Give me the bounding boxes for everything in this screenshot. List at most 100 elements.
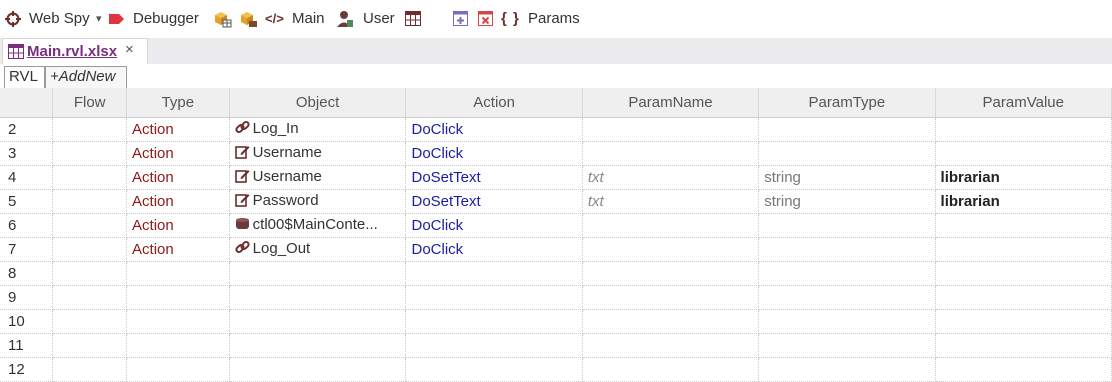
file-tab-main[interactable]: Main.rvl.xlsx × [2, 38, 148, 64]
type-cell[interactable]: Action [126, 141, 230, 166]
table-row[interactable]: 9 [0, 285, 1112, 310]
flow-cell[interactable] [52, 213, 128, 238]
table-row[interactable]: 8 [0, 261, 1112, 286]
action-cell[interactable]: DoClick [405, 237, 583, 262]
object-cell[interactable]: Password [229, 189, 407, 214]
param-value-cell[interactable] [935, 213, 1112, 238]
row-number[interactable]: 11 [0, 333, 54, 358]
table-row[interactable]: 7 Action Log_Out DoClick [0, 237, 1112, 262]
action-cell[interactable] [405, 309, 583, 334]
row-number[interactable]: 3 [0, 141, 54, 166]
object-cell[interactable]: ctl00$MainConte... [229, 213, 407, 238]
corner-header[interactable] [0, 88, 54, 118]
flow-cell[interactable] [52, 237, 128, 262]
param-value-cell[interactable] [935, 285, 1112, 310]
flow-cell[interactable] [52, 285, 128, 310]
param-type-cell[interactable] [758, 213, 936, 238]
object-cell[interactable] [229, 285, 407, 310]
flow-cell[interactable] [52, 309, 128, 334]
table-row[interactable]: 11 [0, 333, 1112, 358]
param-value-cell[interactable] [935, 261, 1112, 286]
column-header-param-name[interactable]: ParamName [582, 88, 760, 118]
table-icon[interactable] [405, 11, 421, 26]
type-cell[interactable] [126, 357, 230, 382]
params-button[interactable]: Params [528, 10, 580, 28]
object-cell[interactable]: Username [229, 141, 407, 166]
param-value-cell[interactable]: librarian [935, 189, 1112, 214]
web-spy-button[interactable]: Web Spy [29, 10, 90, 28]
action-cell[interactable] [405, 261, 583, 286]
column-header-param-value[interactable]: ParamValue [935, 88, 1112, 118]
flow-cell[interactable] [52, 117, 128, 142]
action-cell[interactable]: DoClick [405, 141, 583, 166]
param-value-cell[interactable] [935, 141, 1112, 166]
flow-cell[interactable] [52, 333, 128, 358]
flow-cell[interactable] [52, 357, 128, 382]
row-number[interactable]: 5 [0, 189, 54, 214]
action-cell[interactable]: DoClick [405, 213, 583, 238]
object-cell[interactable] [229, 261, 407, 286]
flow-cell[interactable] [52, 141, 128, 166]
object-cell[interactable] [229, 333, 407, 358]
crosshair-icon[interactable] [5, 11, 21, 27]
type-cell[interactable]: Action [126, 237, 230, 262]
close-icon[interactable]: × [125, 41, 134, 58]
table-row[interactable]: 6 Action ctl00$MainConte... DoClick [0, 213, 1112, 238]
param-value-cell[interactable] [935, 117, 1112, 142]
debugger-button[interactable]: Debugger [133, 10, 199, 28]
table-row[interactable]: 5 Action Password DoSetText txt string librari… [0, 189, 1112, 214]
param-name-cell[interactable] [582, 357, 760, 382]
type-cell[interactable] [126, 285, 230, 310]
param-type-cell[interactable] [758, 237, 936, 262]
action-cell[interactable]: DoClick [405, 117, 583, 142]
param-name-cell[interactable] [582, 213, 760, 238]
package-stack-icon[interactable] [239, 10, 258, 28]
param-type-cell[interactable] [758, 141, 936, 166]
object-cell[interactable]: Log_Out [229, 237, 407, 262]
table-row[interactable]: 4 Action Username DoSetText txt string librari… [0, 165, 1112, 190]
table-row[interactable]: 3 Action Username DoClick [0, 141, 1112, 166]
object-cell[interactable] [229, 309, 407, 334]
param-value-cell[interactable] [935, 333, 1112, 358]
type-cell[interactable]: Action [126, 213, 230, 238]
type-cell[interactable]: Action [126, 117, 230, 142]
braces-icon[interactable]: { } [501, 10, 520, 28]
action-cell[interactable]: DoSetText [405, 165, 583, 190]
row-number[interactable]: 2 [0, 117, 54, 142]
param-name-cell[interactable] [582, 237, 760, 262]
column-header-type[interactable]: Type [126, 88, 230, 118]
remove-param-icon[interactable] [478, 11, 493, 26]
main-button[interactable]: Main [292, 10, 325, 28]
param-name-cell[interactable] [582, 333, 760, 358]
column-header-object[interactable]: Object [229, 88, 407, 118]
param-name-cell[interactable] [582, 309, 760, 334]
param-name-cell[interactable] [582, 285, 760, 310]
object-cell[interactable]: Log_In [229, 117, 407, 142]
param-value-cell[interactable]: librarian [935, 165, 1112, 190]
user-button[interactable]: User [363, 10, 395, 28]
param-name-cell[interactable] [582, 141, 760, 166]
type-cell[interactable]: Action [126, 189, 230, 214]
flow-cell[interactable] [52, 189, 128, 214]
param-name-cell[interactable]: txt [582, 189, 760, 214]
column-header-flow[interactable]: Flow [52, 88, 128, 118]
flow-cell[interactable] [52, 165, 128, 190]
param-value-cell[interactable] [935, 357, 1112, 382]
object-cell[interactable] [229, 357, 407, 382]
column-header-action[interactable]: Action [405, 88, 583, 118]
param-type-cell[interactable] [758, 261, 936, 286]
param-type-cell[interactable] [758, 117, 936, 142]
param-type-cell[interactable] [758, 357, 936, 382]
row-number[interactable]: 12 [0, 357, 54, 382]
param-type-cell[interactable] [758, 285, 936, 310]
param-name-cell[interactable]: txt [582, 165, 760, 190]
code-icon[interactable]: </> [265, 10, 284, 28]
flow-cell[interactable] [52, 261, 128, 286]
add-new-sheet-tab[interactable]: +AddNew [45, 66, 127, 88]
add-param-icon[interactable] [453, 11, 468, 26]
param-type-cell[interactable] [758, 309, 936, 334]
row-number[interactable]: 6 [0, 213, 54, 238]
param-type-cell[interactable]: string [758, 165, 936, 190]
param-name-cell[interactable] [582, 261, 760, 286]
action-cell[interactable] [405, 285, 583, 310]
